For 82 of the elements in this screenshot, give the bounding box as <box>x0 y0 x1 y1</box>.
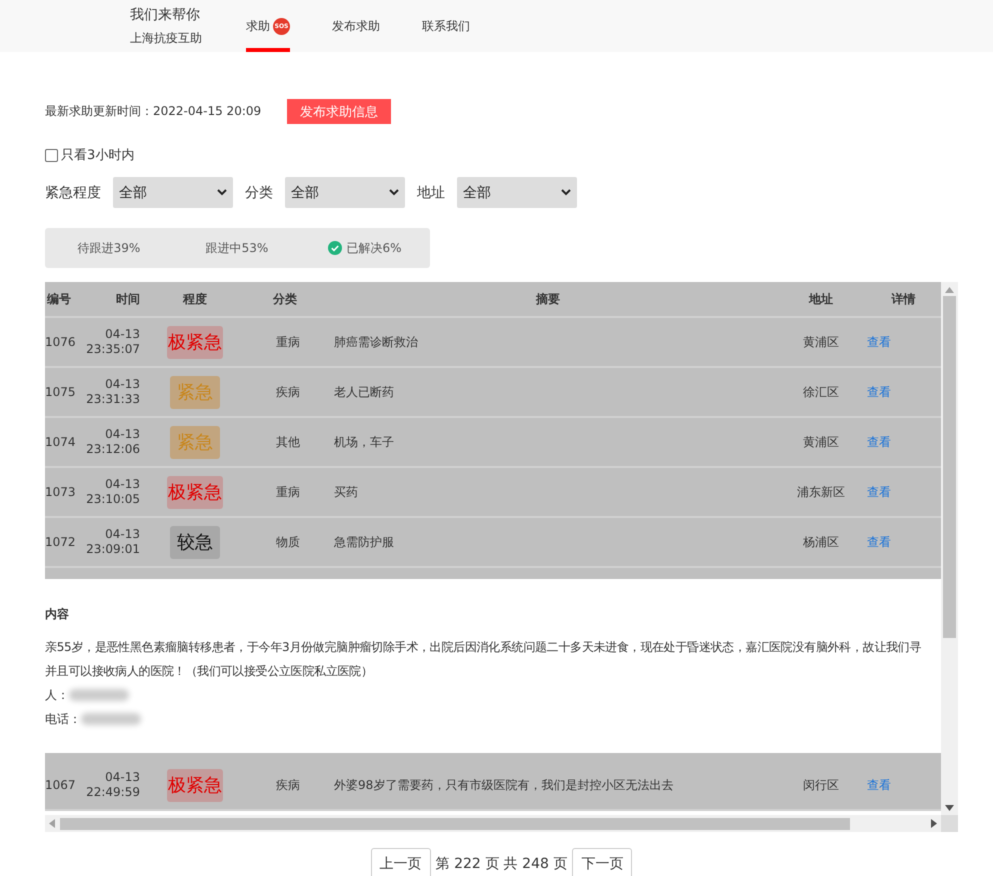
category-cell-text: 疾病 <box>275 776 301 794</box>
time-cell: 04-13 22:49:59 <box>85 770 140 800</box>
id-cell-text: 1076 <box>45 335 77 349</box>
contact-label: 电话： <box>45 711 81 728</box>
urgency-badge: 极紧急 <box>167 768 223 802</box>
summary-cell-text: 急需防护服 <box>333 534 395 550</box>
address-cell-text: 徐汇区 <box>802 384 840 400</box>
urgency-badge: 紧急 <box>170 426 220 458</box>
stat-label: 已解决6% <box>301 240 429 256</box>
category-cell-text: 物质 <box>275 534 301 550</box>
id-cell-text: 1075 <box>45 385 77 399</box>
time-cell: 04-13 23:12:06 <box>85 427 140 457</box>
detail-text: 亲55岁，是恶性黑色素瘤脑转移患者，于今年3月份做完脑肿瘤切除手术，出院后因消化系统问题二十多天未进食，现在处于昏迷状态，嘉汇医院没有脑外科，故让我们寻 <box>45 639 922 656</box>
checkbox[interactable] <box>45 148 58 162</box>
chevron-down-icon <box>561 189 571 196</box>
category-cell-text: 疾病 <box>275 384 301 400</box>
category-cell-text: 重病 <box>275 484 301 500</box>
time-cell: 04-13 23:31:33 <box>85 377 140 407</box>
id-cell-text: 1074 <box>45 435 77 449</box>
filter-label: 地址 <box>417 184 445 202</box>
filter-select[interactable]: 全部 <box>285 177 405 208</box>
page-info: 第 222 页 共 248 页 <box>436 854 568 872</box>
summary-cell-text: 老人已断药 <box>333 384 395 400</box>
urgency-badge: 较急 <box>170 526 220 558</box>
filter-label: 紧急程度 <box>45 184 101 202</box>
contact-label: 人： <box>45 687 69 704</box>
scrollbar-thumb[interactable] <box>943 296 956 638</box>
scroll-left-icon[interactable] <box>49 819 55 828</box>
scrollbar-thumb[interactable] <box>60 818 850 830</box>
address-cell-text: 杨浦区 <box>802 534 840 550</box>
redacted-value <box>69 689 129 701</box>
id-cell-text: 1067 <box>45 778 77 792</box>
summary-cell-text: 外婆98岁了需要药，只有市级医院有，我们是封控小区无法出去 <box>333 776 674 794</box>
address-cell-text: 浦东新区 <box>796 484 846 500</box>
brand-subtitle: 上海抗疫互助 <box>130 30 202 46</box>
id-cell-text: 1072 <box>45 535 77 549</box>
detail-text: 并且可以接收病人的医院！（我们可以接受公立医院私立医院） <box>45 663 373 680</box>
column-header: 程度 <box>182 290 208 308</box>
address-cell-text: 闵行区 <box>802 776 840 794</box>
scrollbar-corner <box>941 815 958 832</box>
scroll-up-icon[interactable] <box>945 287 954 293</box>
horizontal-scrollbar[interactable] <box>45 815 941 832</box>
address-cell-text: 黄浦区 <box>802 434 840 450</box>
filter-label: 分类 <box>245 184 273 202</box>
time-cell: 04-13 23:35:07 <box>85 327 140 357</box>
chevron-down-icon <box>389 189 399 196</box>
column-header: 时间 <box>115 290 140 308</box>
detail-heading: 内容 <box>45 606 70 623</box>
stat-label: 待跟进39% <box>76 240 142 256</box>
summary-cell-text: 机场，车子 <box>333 434 395 450</box>
redacted-value <box>81 713 141 725</box>
summary-cell-text: 买药 <box>333 484 359 500</box>
check-circle-icon <box>328 241 342 255</box>
prev-page-button[interactable]: 上一页 <box>370 848 431 876</box>
chevron-down-icon <box>217 189 227 196</box>
brand-title: 我们来帮你 <box>130 6 201 24</box>
update-time: 最新求助更新时间：2022-04-15 20:09 <box>45 103 262 120</box>
nav-tab[interactable]: 发布求助 <box>332 0 380 52</box>
filter-select[interactable]: 全部 <box>113 177 233 208</box>
id-cell-text: 1073 <box>45 485 77 499</box>
scroll-right-icon[interactable] <box>931 819 937 828</box>
vertical-scrollbar[interactable] <box>941 282 958 815</box>
scroll-down-icon[interactable] <box>945 805 954 811</box>
urgency-badge: 极紧急 <box>167 476 223 508</box>
stat-label: 跟进中53% <box>204 240 270 256</box>
checkbox-label: 只看3小时内 <box>61 147 134 164</box>
column-header: 分类 <box>272 290 298 308</box>
column-header: 详情 <box>890 290 916 308</box>
urgency-badge: 极紧急 <box>167 326 223 358</box>
category-cell-text: 其他 <box>275 434 301 450</box>
column-header: 编号 <box>46 290 72 308</box>
filter-select[interactable]: 全部 <box>457 177 577 208</box>
next-page-button[interactable]: 下一页 <box>572 848 632 876</box>
time-cell: 04-13 23:10:05 <box>85 477 140 507</box>
summary-cell-text: 肺癌需诊断救治 <box>333 334 419 350</box>
category-cell-text: 重病 <box>275 334 301 350</box>
column-header: 地址 <box>808 290 834 308</box>
nav-tab[interactable]: 联系我们 <box>422 0 470 52</box>
address-cell-text: 黄浦区 <box>802 334 840 350</box>
time-cell: 04-13 23:09:01 <box>85 527 140 557</box>
urgency-badge: 紧急 <box>170 376 220 408</box>
column-header: 摘要 <box>534 290 561 308</box>
